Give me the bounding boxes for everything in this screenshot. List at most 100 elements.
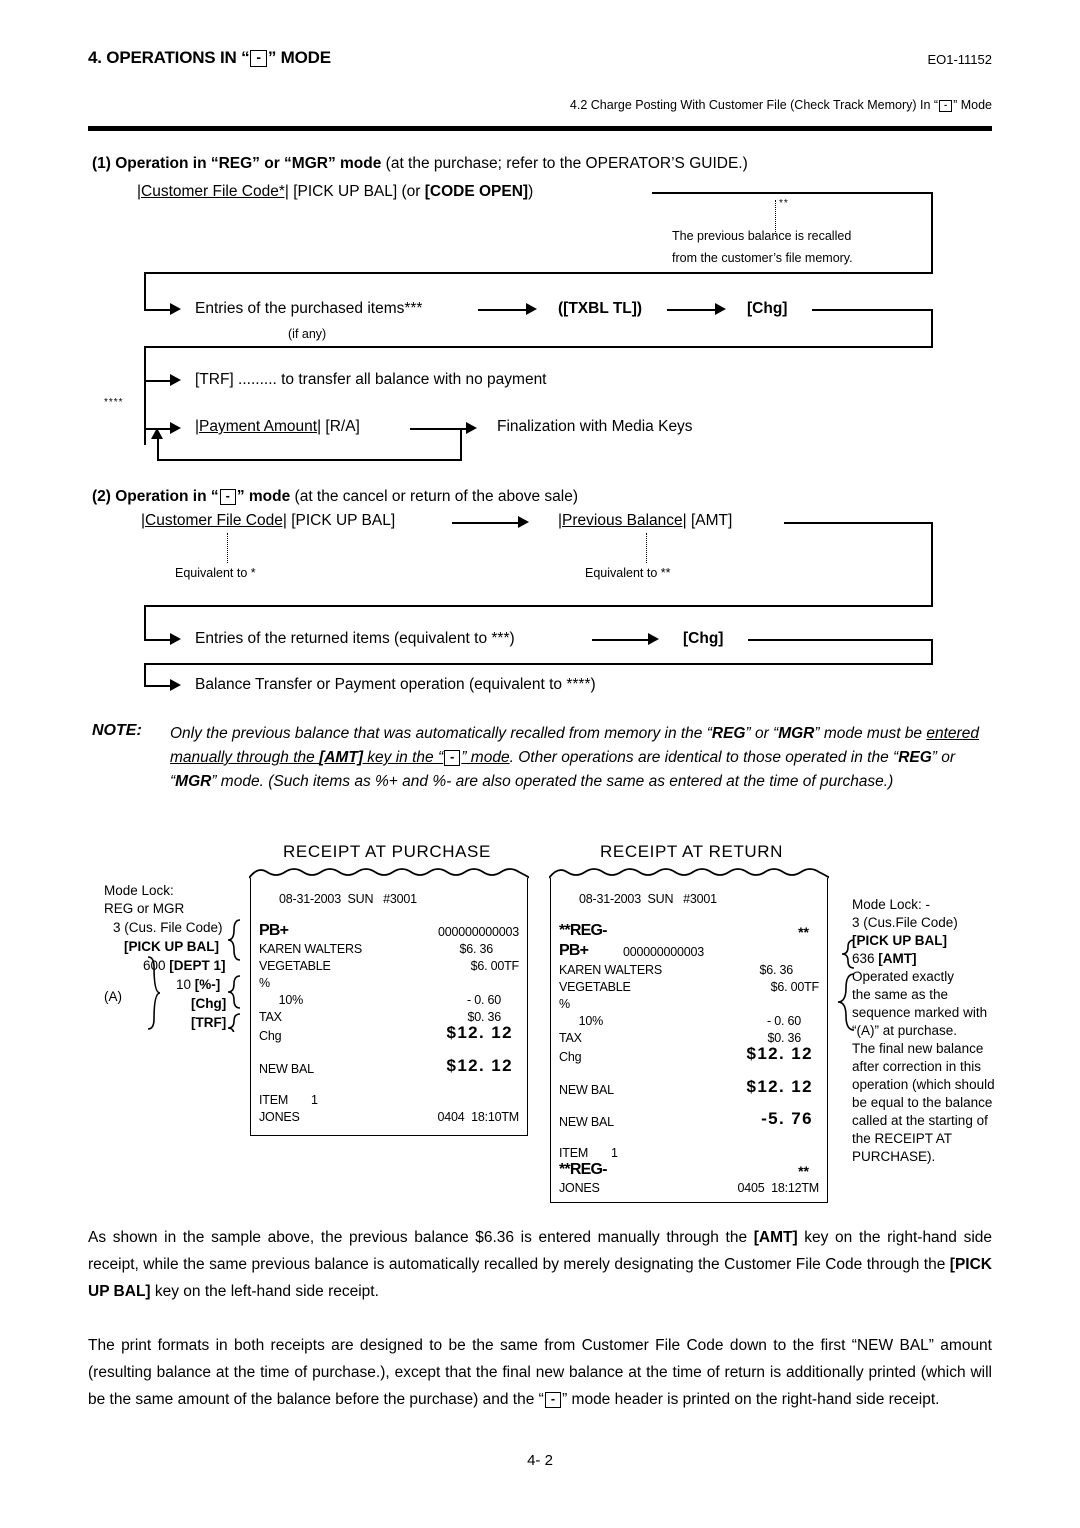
callout-line2: from the customer’s file memory. (672, 251, 853, 265)
receipt-line-regheader-stars: ** (798, 924, 809, 940)
subheader-suffix: ” Mode (953, 98, 992, 112)
receipt-line-newbal2-value: -5. 76 (761, 1109, 813, 1128)
header-title-suffix: ” MODE (267, 48, 331, 67)
equiv-leader-line-1 (227, 533, 228, 563)
section1-heading-rest: (at the purchase; refer to the OPERATOR’… (381, 155, 748, 172)
note-part1: Only the previous balance that was autom… (170, 725, 712, 742)
receipt-line-clerk-value: 0405 18:12TM (737, 1181, 820, 1195)
document-page: 4. OPERATIONS IN “-” MODE EO1-11152 4.2 … (0, 0, 1080, 1528)
section2-step2: |Previous Balance| [AMT] (558, 512, 732, 530)
receipt-line-item-value: $6. 00TF (770, 980, 820, 994)
note-label: NOTE: (92, 722, 142, 739)
note-body: Only the previous balance that was autom… (170, 722, 992, 794)
section1-step4: |Payment Amount| [R/A] (195, 418, 360, 436)
flow-line-s1-j (144, 346, 933, 348)
page-number: 4- 2 (527, 1452, 553, 1469)
receipt-return-title: RECEIPT AT RETURN (600, 842, 784, 861)
purchase-anno-group-a: (A) (104, 989, 122, 1004)
note-mgr2: MGR (175, 773, 212, 790)
purchase-mode-lock-line1: Mode Lock: (104, 883, 174, 898)
arrow-right-icon (170, 633, 181, 645)
section2-step2-code: |Previous Balance| (558, 512, 687, 529)
paragraph-2: The print formats in both receipts are d… (88, 1332, 992, 1413)
section2-step4-text: Balance Transfer or Payment operation (e… (195, 676, 596, 693)
section1-step1-or-close: ) (528, 183, 534, 200)
return-annotation-braces (837, 939, 855, 1031)
section1-txbl-key: ([TXBL TL]) (558, 300, 643, 317)
minus-mode-key-icon: - (939, 100, 953, 112)
return-anno-line-14: PURCHASE). (852, 1149, 936, 1164)
section2-heading-bold-a: (2) Operation in “ (92, 488, 219, 505)
note-underline-c: ” mode (461, 749, 510, 766)
section2-pickup-key: [PICK UP BAL] (286, 512, 396, 529)
receipt-torn-edge-icon (249, 865, 529, 879)
receipt-line-name-value: $6. 36 (759, 963, 793, 977)
callout-line1: The previous balance is recalled (672, 229, 852, 243)
section2-amt-key: [AMT] (686, 512, 733, 529)
arrow-right-icon (170, 303, 181, 315)
flow-line-s1-e (144, 309, 172, 311)
flow-line-s2-f (144, 639, 172, 641)
section1-step1-code: |Customer File Code*| (137, 183, 289, 200)
section1-step2-note: (if any) (288, 327, 327, 341)
return-anno-line-5: the same as the (852, 987, 949, 1002)
flow-line-s1-k (144, 346, 146, 446)
section2-heading-bold-b: ” mode (236, 488, 291, 505)
note-reg: REG (711, 725, 746, 742)
receipt-line-name-label: KAREN WALTERS (259, 942, 362, 956)
flow-line-s2-g (592, 639, 650, 641)
return-anno-amt: 636 [AMT] (852, 951, 917, 966)
flow-line-s1-p (157, 459, 461, 461)
section2-step1-code: |Customer File Code| (141, 512, 287, 529)
receipt-torn-edge-icon (549, 865, 829, 879)
receipt-line-clerk-label: JONES (559, 1181, 600, 1195)
para1-part-a: As shown in the sample above, the previo… (88, 1229, 754, 1246)
receipt-line-chg-value: $12. 12 (446, 1023, 513, 1042)
section1-step4-text: Finalization with Media Keys (497, 418, 693, 435)
receipt-line-itemcount: ITEM 1 (559, 1146, 618, 1160)
receipt-line-regfooter-label: **REG- (559, 1161, 607, 1178)
receipt-line-item-label: VEGETABLE (559, 980, 631, 994)
flow-line-s1-c (144, 272, 933, 274)
receipt-line-itemcount: ITEM 1 (259, 1093, 318, 1107)
receipt-line-pct-label: % (559, 997, 570, 1011)
note-or1: ” or “ (745, 725, 779, 742)
paragraph-1: As shown in the sample above, the previo… (88, 1224, 992, 1305)
section2-step1: |Customer File Code| [PICK UP BAL] (141, 512, 395, 530)
flow-line-s1-q (157, 437, 159, 460)
receipt-line-tax-value: $0. 36 (767, 1031, 801, 1045)
receipt-line-tax-label: TAX (559, 1031, 582, 1045)
return-anno-line-12: called at the starting of (852, 1113, 988, 1128)
return-anno-cus-file-code: 3 (Cus.File Code) (852, 915, 958, 930)
section1-step1-or-open: (or (397, 183, 425, 200)
receipt-line-pb-value: 000000000003 (437, 925, 519, 939)
receipt-line-pb-label: PB+ (559, 942, 589, 959)
page-header-title: 4. OPERATIONS IN “-” MODE (88, 48, 331, 68)
receipt-line-item-label: VEGETABLE (259, 959, 331, 973)
callout-marker: ** (779, 198, 789, 209)
receipt-line-newbal1-label: NEW BAL (559, 1083, 614, 1097)
arrow-right-icon (170, 679, 181, 691)
receipt-line-newbal2-label: NEW BAL (559, 1115, 614, 1129)
receipt-line-newbal-label: NEW BAL (259, 1062, 314, 1076)
section1-chg-key: [Chg] (747, 300, 788, 317)
receipt-line-newbal-value: $12. 12 (446, 1056, 513, 1075)
receipt-line-chg-value: $12. 12 (746, 1044, 813, 1063)
arrow-up-icon (151, 428, 163, 439)
receipt-line-regheader-label: **REG- (559, 922, 607, 939)
receipt-line-pct10-label: 10% (559, 1014, 604, 1028)
arrow-right-icon (170, 374, 181, 386)
arrow-right-icon (648, 633, 659, 645)
header-title-prefix: 4. OPERATIONS IN “ (88, 48, 250, 67)
return-anno-line-4: Operated exactly (852, 969, 955, 984)
receipt-line-pct10-value: - 0. 60 (766, 1014, 801, 1028)
note-reg2: REG (898, 749, 932, 766)
receipt-line-item-value: $6. 00TF (470, 959, 520, 973)
page-subheader: 4.2 Charge Posting With Customer File (C… (570, 98, 992, 112)
flow-line-s1-f (478, 309, 528, 311)
flow-line-s2-i (931, 639, 933, 665)
flow-line-s1-h (812, 309, 933, 311)
receipt-line-regfooter-stars: ** (798, 1163, 809, 1179)
receipt-line-tax-value: $0. 36 (467, 1010, 501, 1024)
flow-line-s1-g (667, 309, 717, 311)
